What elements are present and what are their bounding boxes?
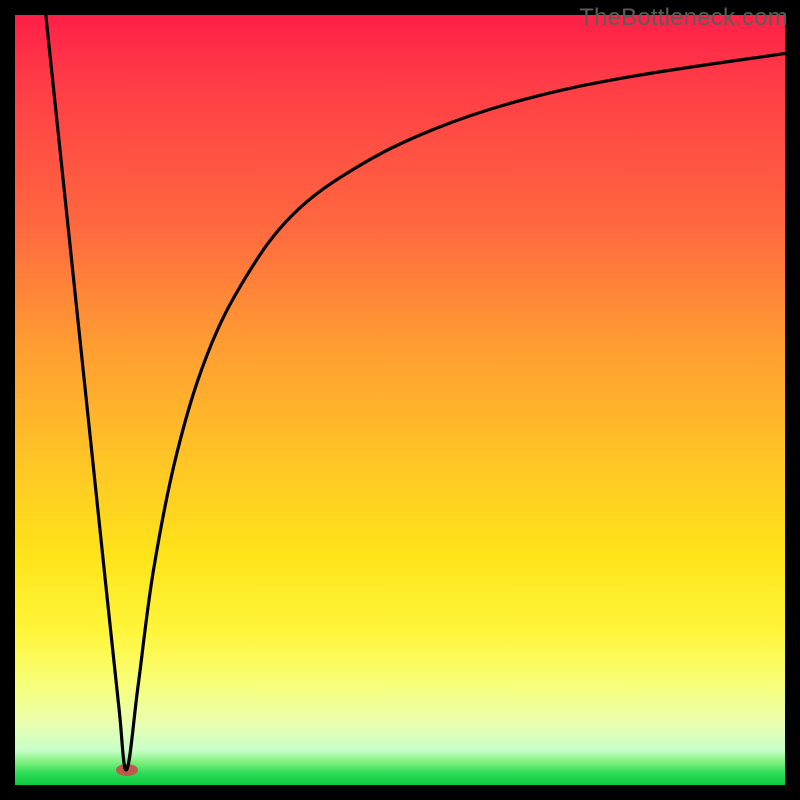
curve-path bbox=[46, 15, 785, 770]
watermark-text: TheBottleneck.com bbox=[579, 4, 788, 32]
bottleneck-curves bbox=[15, 15, 785, 785]
